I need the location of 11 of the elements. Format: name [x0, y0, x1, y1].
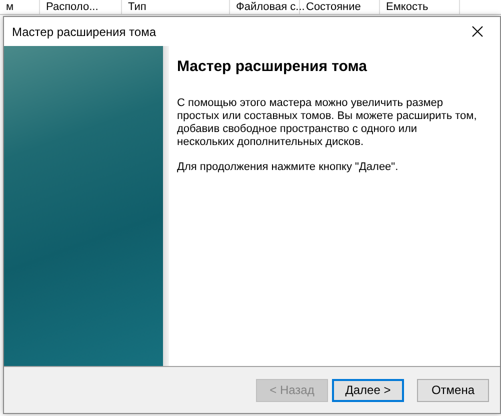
- description-text: Для продолжения нажмите кнопку "Далее".: [177, 161, 400, 174]
- wizard-heading: Мастер расширения тома: [177, 58, 368, 75]
- close-icon: [472, 26, 482, 37]
- description-text: С помощью этого мастера можно увеличить размер простых или составных томов. Вы можете расширить том, добавив свободное пространство с одного или нескольких дополнительных дисков.: [177, 97, 477, 149]
- window-title: Мастер расширения тома: [12, 24, 156, 38]
- column-header: Емкость: [380, 0, 460, 14]
- wizard-button[interactable]: Далее >: [332, 378, 404, 402]
- wizard-button[interactable]: Отмена: [417, 378, 489, 402]
- column-header: м: [0, 0, 40, 14]
- column-header: Тип: [122, 0, 230, 14]
- column-header: Располо...: [40, 0, 122, 14]
